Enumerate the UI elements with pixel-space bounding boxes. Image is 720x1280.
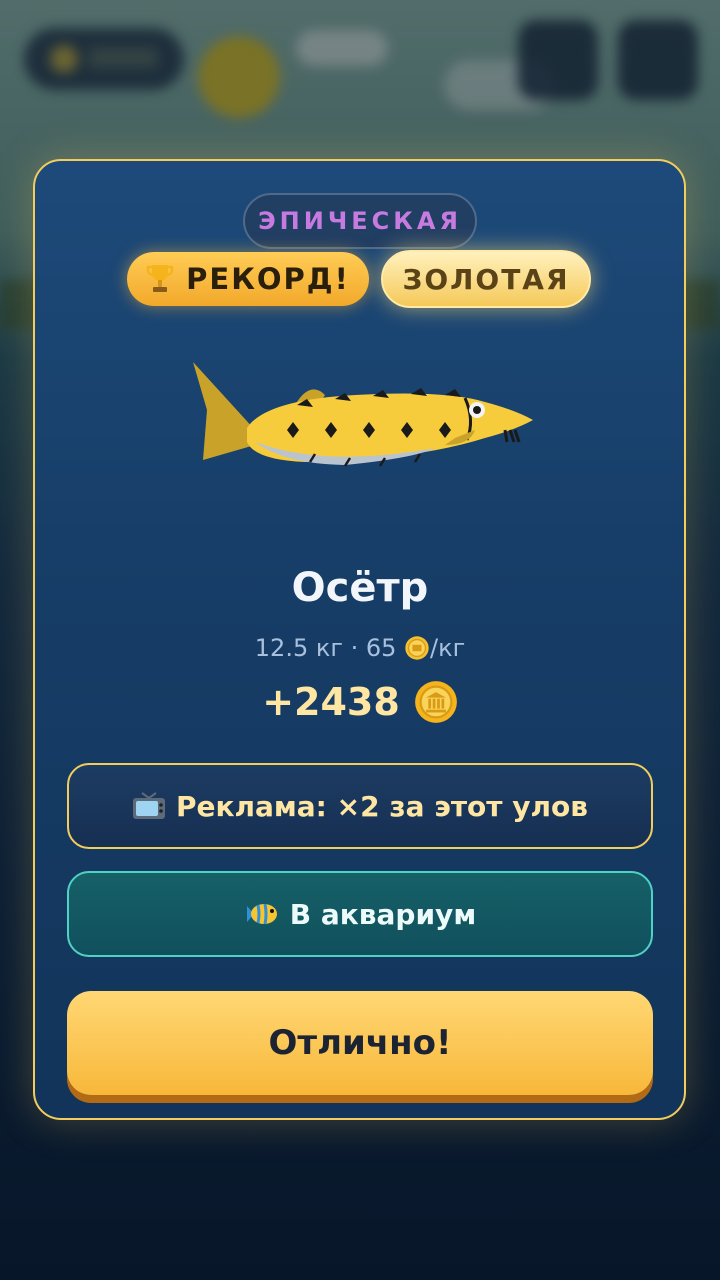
tropical-fish-icon xyxy=(246,903,277,925)
fish-stats-text: 12.5 кг · 65 xyxy=(254,634,405,662)
coin-icon xyxy=(405,636,429,660)
coin-icon xyxy=(414,681,457,723)
record-label: РЕКОРД! xyxy=(186,262,350,296)
tv-icon xyxy=(132,792,165,819)
record-badge: РЕКОРД! xyxy=(127,252,369,306)
watch-ad-label: Реклама: ×2 за этот улов xyxy=(175,789,588,823)
fish-stats-unit: /кг xyxy=(430,634,466,662)
reward-amount: +2438 xyxy=(0,680,720,724)
to-aquarium-button[interactable]: В аквариум xyxy=(67,871,653,957)
trophy-icon xyxy=(146,265,174,292)
fish-name: Осётр xyxy=(291,565,429,611)
fish-stats: 12.5 кг · 65 /кг xyxy=(0,634,720,662)
sturgeon-fish-icon xyxy=(193,362,533,467)
rarity-badge: ЭПИЧЕСКАЯ xyxy=(243,193,477,249)
great-confirm-label: Отлично! xyxy=(268,1023,452,1063)
gold-badge: ЗОЛОТАЯ xyxy=(381,250,591,308)
great-confirm-button[interactable]: Отлично! xyxy=(67,991,653,1095)
reward-value: +2438 xyxy=(262,680,400,724)
to-aquarium-label: В аквариум xyxy=(289,897,477,931)
watch-ad-double-button[interactable]: Реклама: ×2 за этот улов xyxy=(67,763,653,849)
